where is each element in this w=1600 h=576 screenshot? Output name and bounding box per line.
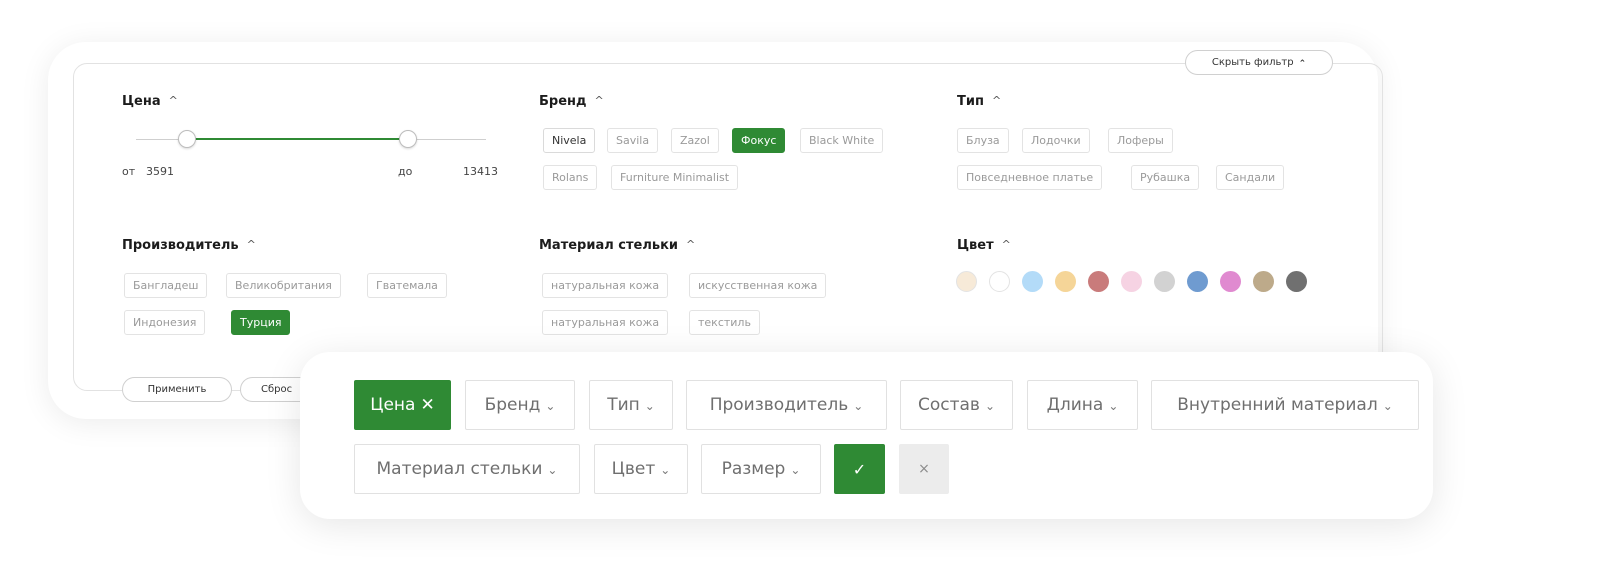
chevron-down-icon: ⌄ [547, 463, 558, 477]
color-swatch[interactable] [1088, 271, 1109, 292]
filter-composition-button[interactable]: Состав ⌄ [900, 380, 1013, 430]
apply-button[interactable]: ✓ [834, 444, 885, 494]
color-section-header[interactable]: Цвет ^ [957, 238, 1011, 253]
color-swatch[interactable] [956, 271, 977, 292]
chevron-down-icon: ⌄ [545, 399, 556, 413]
filter-inner-material-button[interactable]: Внутренний материал ⌄ [1151, 380, 1419, 430]
manufacturer-section-header[interactable]: Производитель ^ [122, 238, 256, 253]
type-section-header[interactable]: Тип ^ [957, 94, 1001, 109]
brand-title: Бренд [539, 94, 587, 109]
color-swatch[interactable] [989, 271, 1010, 292]
manufacturer-title: Производитель [122, 238, 239, 253]
manufacturer-chip-indonesia[interactable]: Индонезия [124, 310, 206, 335]
filter-brand-button[interactable]: Бренд ⌄ [465, 380, 575, 430]
type-chip-bluza[interactable]: Блуза [957, 128, 1009, 153]
brand-chip-nivela[interactable]: Nivela [543, 128, 596, 153]
type-chip-lodochki[interactable]: Лодочки [1022, 128, 1090, 153]
brand-section-header[interactable]: Бренд ^ [539, 94, 604, 109]
color-swatch[interactable] [1187, 271, 1208, 292]
chevron-down-icon: ⌄ [984, 399, 996, 413]
manufacturer-chip-uk[interactable]: Великобритания [226, 273, 341, 298]
price-from-value: 3591 [146, 165, 174, 178]
chevron-down-icon: ⌄ [853, 399, 864, 413]
filter-type-label: Тип [607, 395, 640, 415]
filter-composition-label: Состав [917, 395, 980, 415]
price-slider-range [187, 138, 409, 140]
manufacturer-chip-bangladesh[interactable]: Бангладеш [124, 273, 208, 298]
check-icon: ✓ [852, 459, 867, 479]
brand-chip-black-white[interactable]: Black White [800, 128, 884, 153]
manufacturer-chip-guatemala[interactable]: Гватемала [367, 273, 447, 298]
price-to-label: до [398, 165, 413, 178]
insole-chip-textile[interactable]: текстиль [689, 310, 760, 335]
price-max-handle[interactable] [399, 130, 417, 148]
hide-filter-label: Скрыть фильтр [1211, 57, 1294, 68]
color-swatch[interactable] [1022, 271, 1043, 292]
price-from-label: от [122, 165, 136, 178]
color-swatch[interactable] [1253, 271, 1274, 292]
clear-button[interactable]: × [899, 444, 949, 494]
insole-section-header[interactable]: Материал стельки ^ [539, 238, 695, 253]
reset-filter-label: Сброс [261, 384, 293, 395]
close-icon: × [918, 461, 930, 477]
filter-inner-material-label: Внутренний материал [1177, 395, 1378, 415]
type-chip-casual-dress[interactable]: Повседневное платье [957, 165, 1103, 190]
filter-insole-button[interactable]: Материал стельки ⌄ [354, 444, 580, 494]
chevron-up-icon: ^ [246, 238, 256, 251]
chevron-up-icon: ^ [991, 94, 1002, 107]
filter-size-button[interactable]: Размер ⌄ [701, 444, 821, 494]
apply-filter-label: Применить [147, 384, 207, 395]
chevron-down-icon: ⌄ [1108, 399, 1119, 413]
filter-price-label: Цена [370, 395, 416, 415]
brand-chip-zazol[interactable]: Zazol [671, 128, 719, 153]
filter-price-button[interactable]: Цена ✕ [354, 380, 451, 430]
filter-manufacturer-label: Производитель [709, 395, 849, 415]
manufacturer-chip-turkey[interactable]: Турция [231, 310, 291, 335]
price-section-header[interactable]: Цена ^ [122, 94, 178, 109]
color-swatch[interactable] [1121, 271, 1142, 292]
color-swatch[interactable] [1286, 271, 1307, 292]
filter-brand-label: Бренд [484, 395, 541, 415]
price-to-value: 13413 [463, 165, 498, 178]
brand-chip-rolans[interactable]: Rolans [543, 165, 598, 190]
close-icon[interactable]: ✕ [420, 395, 434, 415]
filter-length-button[interactable]: Длина ⌄ [1027, 380, 1138, 430]
filter-color-label: Цвет [611, 459, 656, 479]
chevron-down-icon: ⌄ [790, 463, 801, 477]
insole-chip-natural-leather[interactable]: натуральная кожа [542, 273, 669, 298]
type-chip-lofery[interactable]: Лоферы [1108, 128, 1173, 153]
type-title: Тип [957, 94, 984, 109]
brand-chip-savila[interactable]: Savila [607, 128, 659, 153]
apply-filter-button[interactable]: Применить [122, 377, 232, 402]
filter-insole-label: Материал стельки [376, 459, 543, 479]
filter-length-label: Длина [1046, 395, 1104, 415]
filter-type-button[interactable]: Тип ⌄ [589, 380, 673, 430]
price-title: Цена [122, 94, 161, 109]
filter-manufacturer-button[interactable]: Производитель ⌄ [686, 380, 887, 430]
chevron-down-icon: ⌄ [1382, 399, 1393, 413]
color-swatch[interactable] [1154, 271, 1175, 292]
chevron-up-icon: ^ [594, 94, 604, 107]
price-min-handle[interactable] [178, 130, 196, 148]
insole-chip-natural-leather-2[interactable]: натуральная кожа [542, 310, 669, 335]
chevron-down-icon: ⌄ [644, 399, 655, 413]
filter-size-label: Размер [721, 459, 786, 479]
color-title: Цвет [957, 238, 994, 253]
color-swatch[interactable] [1220, 271, 1241, 292]
filter-color-button[interactable]: Цвет ⌄ [594, 444, 688, 494]
chevron-up-icon: ^ [168, 94, 178, 107]
chevron-up-icon: ⌃ [1298, 58, 1307, 69]
insole-title: Материал стельки [539, 238, 679, 253]
type-chip-sandals[interactable]: Сандали [1216, 165, 1285, 190]
brand-chip-furniture-minimalist[interactable]: Furniture Minimalist [611, 165, 739, 190]
filter-panel-frame [73, 63, 1383, 391]
hide-filter-button[interactable]: Скрыть фильтр ⌃ [1185, 50, 1333, 75]
insole-chip-artificial-leather[interactable]: искусственная кожа [689, 273, 827, 298]
chevron-up-icon: ^ [1001, 238, 1011, 251]
chevron-down-icon: ⌄ [660, 463, 671, 477]
color-swatch[interactable] [1055, 271, 1076, 292]
chevron-up-icon: ^ [686, 238, 696, 251]
type-chip-shirt[interactable]: Рубашка [1131, 165, 1200, 190]
brand-chip-fokus[interactable]: Фокус [732, 128, 786, 153]
